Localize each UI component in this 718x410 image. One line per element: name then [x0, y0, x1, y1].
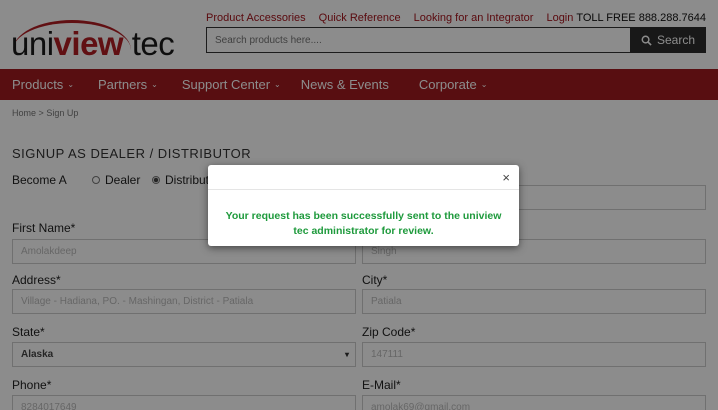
success-message: Your request has been successfully sent …: [225, 210, 502, 237]
close-icon[interactable]: ×: [502, 171, 510, 184]
modal-header: ×: [208, 165, 519, 190]
success-modal: × Your request has been successfully sen…: [208, 165, 519, 246]
